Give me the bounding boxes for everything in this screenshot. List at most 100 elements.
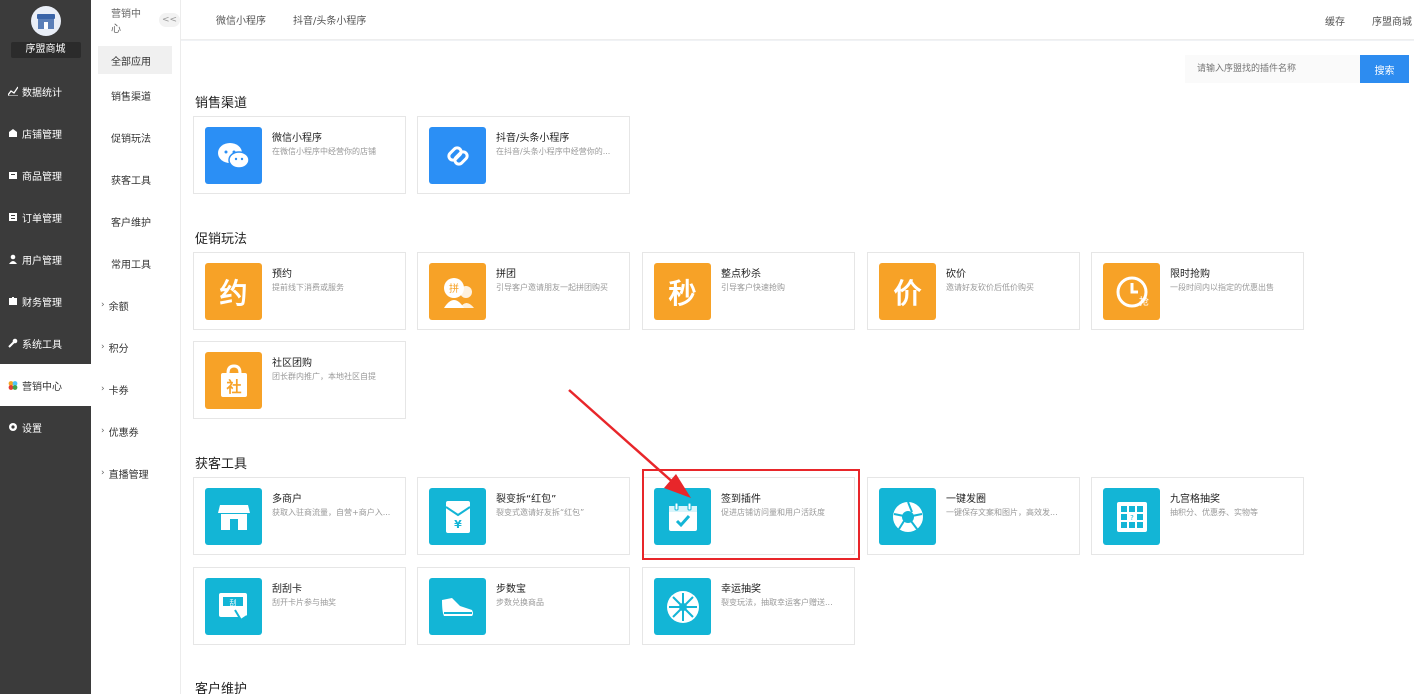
subnav-title: 营销中心 — [111, 9, 141, 35]
store-front-icon — [205, 488, 262, 545]
app-card-desc: 团长群内推广，本地社区自提 — [272, 372, 376, 381]
topbar-right: 缓存 序盟商城 — [1325, 0, 1414, 40]
subnav-item-acquisition[interactable]: 获客工具 — [91, 158, 180, 200]
app-card-grid-lottery[interactable]: ? 九宫格抽奖 抽积分、优惠券、实物等 — [1091, 477, 1304, 555]
subnav-item-cards[interactable]: › 卡券 — [91, 368, 180, 410]
subnav-item-label: 直播管理 — [108, 469, 149, 481]
sidebar-item-label: 订单管理 — [22, 213, 62, 225]
svg-text:抢: 抢 — [1139, 295, 1149, 308]
app-card-title: 步数宝 — [496, 584, 526, 595]
app-card-step-counter[interactable]: 步数宝 步数兑换商品 — [417, 567, 630, 645]
sidebar-item-users[interactable]: 用户管理 — [0, 238, 91, 280]
subnav-item-live[interactable]: › 直播管理 — [91, 452, 180, 494]
app-card-title: 社区团购 — [272, 358, 312, 369]
sidebar-item-finance[interactable]: 财务管理 — [0, 280, 91, 322]
subnav-item-retention[interactable]: 客户维护 — [91, 200, 180, 242]
collapse-button[interactable]: << — [159, 13, 180, 27]
shop-switch-link[interactable]: 序盟商城 — [1372, 13, 1412, 28]
sidebar-item-tools[interactable]: 系统工具 — [0, 322, 91, 364]
subnav-item-all-apps[interactable]: 全部应用 — [98, 46, 172, 74]
subnav-item-promotions[interactable]: 促销玩法 — [91, 116, 180, 158]
app-card-desc: 邀请好友砍价后低价购买 — [946, 283, 1034, 292]
app-card-community-group[interactable]: 社 社区团购 团长群内推广，本地社区自提 — [193, 341, 406, 419]
bargain-icon: 价 — [879, 263, 936, 320]
subnav-item-label: 优惠券 — [108, 427, 139, 439]
section-title-promo: 促销玩法 — [195, 232, 248, 247]
app-card-booking[interactable]: 约 预约 提前线下消费或服务 — [193, 252, 406, 330]
app-card-desc: 引导客户邀请朋友一起拼团购买 — [496, 283, 608, 292]
app-card-group-buy[interactable]: 拼 拼团 引导客户邀请朋友一起拼团购买 — [417, 252, 630, 330]
store-icon — [8, 128, 18, 138]
app-card-multi-merchant[interactable]: 多商户 获取入驻商流量，自营+商户入... — [193, 477, 406, 555]
app-card-wechat[interactable]: 微信小程序 在微信小程序中经营你的店铺 — [193, 116, 406, 194]
app-card-desc: 裂变式邀请好友拆“红包” — [496, 508, 585, 517]
grid-icon: ? — [1103, 488, 1160, 545]
plugin-search: 搜索 — [1185, 55, 1409, 83]
wechat-icon — [205, 127, 262, 184]
highlight-box — [642, 469, 860, 560]
app-card-title: 九宫格抽奖 — [1170, 494, 1220, 505]
app-card-desc: 在抖音/头条小程序中经营你的... — [496, 147, 611, 156]
app-card-title: 整点秒杀 — [721, 269, 761, 280]
chevron-right-icon: › — [101, 468, 105, 478]
search-button[interactable]: 搜索 — [1360, 55, 1409, 83]
subnav-item-label: 积分 — [108, 343, 129, 355]
finance-icon — [8, 296, 18, 306]
gear-icon — [8, 422, 18, 432]
app-card-title: 拼团 — [496, 269, 516, 280]
app-card-title: 幸运抽奖 — [721, 584, 761, 595]
subnav-item-label: 余额 — [108, 301, 129, 313]
user-icon — [8, 254, 18, 264]
subnav-item-common-tools[interactable]: 常用工具 — [91, 242, 180, 284]
subnav-header: 营销中心 << — [91, 0, 180, 40]
order-icon — [8, 212, 18, 222]
section-title-retention: 客户维护 — [195, 682, 248, 694]
sidebar-item-label: 系统工具 — [22, 339, 62, 351]
app-card-title: 微信小程序 — [272, 133, 322, 144]
sidebar-item-label: 用户管理 — [22, 255, 62, 267]
app-card-desc: 一段时间内以指定的优惠出售 — [1170, 283, 1274, 292]
sneaker-icon — [429, 578, 486, 635]
app-card-flash-sale[interactable]: 秒 整点秒杀 引导客户快速抢购 — [642, 252, 855, 330]
wheel-icon — [654, 578, 711, 635]
cache-link[interactable]: 缓存 — [1325, 13, 1345, 28]
sidebar-item-store[interactable]: 店铺管理 — [0, 112, 91, 154]
sidebar-item-stats[interactable]: 数据统计 — [0, 70, 91, 112]
main-content: 搜索 销售渠道 微信小程序 在微信小程序中经营你的店铺 抖音/头条小程序 在抖音… — [181, 41, 1414, 694]
tab-douyin-miniprogram[interactable]: 抖音/头条小程序 — [293, 12, 366, 27]
shop-name: 序盟商城 — [10, 42, 81, 58]
app-card-douyin[interactable]: 抖音/头条小程序 在抖音/头条小程序中经营你的... — [417, 116, 630, 194]
wrench-icon — [8, 338, 18, 348]
app-card-bargain[interactable]: 价 砍价 邀请好友砍价后低价购买 — [867, 252, 1080, 330]
svg-text:¥: ¥ — [454, 518, 462, 531]
tab-wechat-miniprogram[interactable]: 微信小程序 — [216, 12, 266, 27]
app-card-lucky-draw[interactable]: 幸运抽奖 裂变玩法，抽取幸运客户赠送... — [642, 567, 855, 645]
subnav-item-balance[interactable]: › 余额 — [91, 284, 180, 326]
subnav-item-sales-channels[interactable]: 销售渠道 — [91, 74, 180, 116]
app-card-title: 一键发圈 — [946, 494, 986, 505]
marketing-subnav: 营销中心 << 全部应用 销售渠道 促销玩法 获客工具 客户维护 常用工具 › 余… — [91, 0, 181, 694]
sidebar-item-goods[interactable]: 商品管理 — [0, 154, 91, 196]
group-buy-icon: 拼 — [429, 263, 486, 320]
link-icon — [429, 127, 486, 184]
app-card-title: 砍价 — [946, 269, 966, 280]
app-card-desc: 引导客户快速抢购 — [721, 283, 785, 292]
app-card-title: 多商户 — [272, 494, 302, 505]
search-input[interactable] — [1185, 55, 1360, 83]
app-card-desc: 刮开卡片参与抽奖 — [272, 598, 336, 607]
section-title-acquire: 获客工具 — [195, 457, 248, 472]
app-card-limited-time[interactable]: 抢 限时抢购 一段时间内以指定的优惠出售 — [1091, 252, 1304, 330]
sidebar-item-label: 数据统计 — [22, 87, 62, 99]
app-card-desc: 抽积分、优惠券、实物等 — [1170, 508, 1258, 517]
sidebar-item-orders[interactable]: 订单管理 — [0, 196, 91, 238]
marketing-icon — [8, 380, 18, 390]
subnav-item-coupons[interactable]: › 优惠券 — [91, 410, 180, 452]
chevron-right-icon: › — [101, 426, 105, 436]
shop-logo[interactable] — [30, 6, 61, 36]
sidebar-item-settings[interactable]: 设置 — [0, 406, 91, 448]
sidebar-item-marketing[interactable]: 营销中心 — [0, 364, 91, 406]
app-card-one-click-post[interactable]: 一键发圈 一键保存文案和图片，高效发... — [867, 477, 1080, 555]
subnav-item-points[interactable]: › 积分 — [91, 326, 180, 368]
app-card-scratch-card[interactable]: 刮 刮刮卡 刮开卡片参与抽奖 — [193, 567, 406, 645]
app-card-red-packet[interactable]: ¥ 裂变拆“红包” 裂变式邀请好友拆“红包” — [417, 477, 630, 555]
